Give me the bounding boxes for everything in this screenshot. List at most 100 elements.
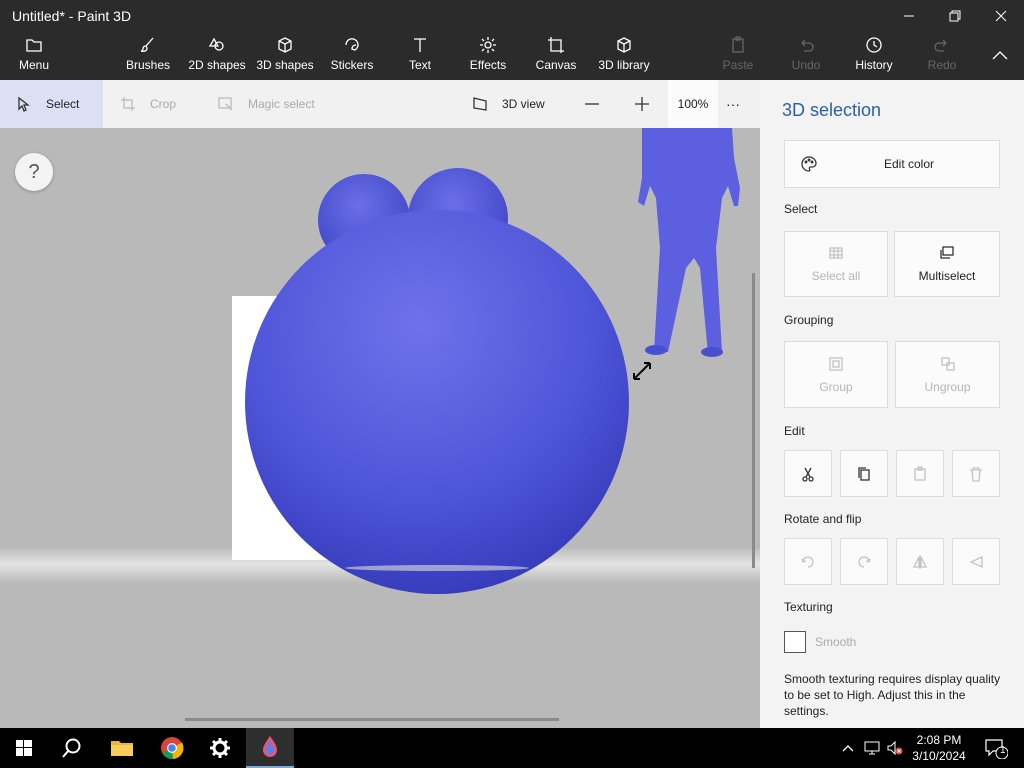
settings-button[interactable] bbox=[196, 728, 244, 768]
minimize-button[interactable] bbox=[886, 0, 932, 32]
crop-icon bbox=[121, 97, 135, 111]
zoom-level[interactable]: 100% bbox=[668, 80, 718, 128]
3d-shapes-tab[interactable]: 3D shapes bbox=[255, 36, 315, 78]
close-button[interactable] bbox=[978, 0, 1024, 32]
3d-view-label: 3D view bbox=[502, 97, 545, 111]
delete-button[interactable] bbox=[952, 450, 1000, 497]
clock-time: 2:08 PM bbox=[916, 733, 962, 747]
network-button[interactable] bbox=[861, 728, 883, 768]
help-button[interactable]: ? bbox=[15, 153, 53, 191]
search-button[interactable] bbox=[48, 728, 96, 768]
zoom-in-button[interactable] bbox=[634, 80, 656, 128]
crop-tool[interactable]: Crop bbox=[120, 80, 176, 128]
network-icon bbox=[864, 741, 880, 755]
more-options-button[interactable]: ··· bbox=[726, 80, 746, 128]
paste-label: Paste bbox=[722, 58, 754, 72]
ungroup-button[interactable]: Ungroup bbox=[895, 341, 1000, 408]
rotate-right-button[interactable] bbox=[840, 538, 888, 585]
rotate-left-button[interactable] bbox=[784, 538, 832, 585]
texturing-section-label: Texturing bbox=[784, 600, 833, 614]
tools-toolbar: Select Crop Magic select 3D view 100% ··… bbox=[0, 80, 760, 128]
human-model[interactable] bbox=[638, 128, 740, 357]
show-hidden-icons-button[interactable] bbox=[838, 728, 858, 768]
horizontal-scrollbar[interactable] bbox=[185, 718, 559, 721]
notifications-button[interactable]: 1 bbox=[978, 728, 1014, 768]
edit-color-button[interactable]: Edit color bbox=[784, 140, 1000, 188]
flip-horizontal-icon bbox=[912, 554, 928, 569]
vertical-scrollbar[interactable] bbox=[752, 273, 755, 568]
3d-scene[interactable] bbox=[0, 128, 760, 728]
menu-label: Menu bbox=[18, 58, 50, 72]
ungroup-icon bbox=[940, 356, 955, 371]
menu-button[interactable]: Menu bbox=[14, 36, 54, 78]
gear-icon bbox=[210, 738, 230, 758]
select-tool[interactable]: Select bbox=[0, 80, 103, 128]
start-button[interactable] bbox=[0, 728, 48, 768]
canvas-tab[interactable]: Canvas bbox=[534, 36, 578, 78]
select-all-button[interactable]: Select all bbox=[784, 231, 888, 297]
cut-button[interactable] bbox=[784, 450, 832, 497]
copy-button[interactable] bbox=[840, 450, 888, 497]
2d-shapes-tab[interactable]: 2D shapes bbox=[186, 36, 248, 78]
close-icon bbox=[995, 10, 1007, 22]
stickers-tab[interactable]: Stickers bbox=[328, 36, 376, 78]
system-clock[interactable]: 2:08 PM 3/10/2024 bbox=[908, 732, 970, 764]
edit-color-label: Edit color bbox=[884, 157, 935, 171]
panel-title: 3D selection bbox=[782, 100, 882, 120]
minimize-icon bbox=[904, 15, 914, 17]
rotate-right-icon bbox=[858, 555, 871, 568]
texturing-note: Smooth texturing requires display qualit… bbox=[784, 672, 1001, 718]
flip-horizontal-button[interactable] bbox=[896, 538, 944, 585]
text-tab[interactable]: Text bbox=[400, 36, 440, 78]
3d-library-label: 3D library bbox=[598, 58, 650, 72]
volume-button[interactable] bbox=[884, 728, 906, 768]
restore-button[interactable] bbox=[932, 0, 978, 32]
search-icon bbox=[62, 738, 81, 758]
undo-button[interactable]: Undo bbox=[786, 36, 826, 78]
canvas-area[interactable]: ? bbox=[0, 128, 760, 728]
select-tool-label: Select bbox=[46, 97, 80, 111]
select-all-label: Select all bbox=[811, 269, 861, 283]
multiselect-button[interactable]: Multiselect bbox=[894, 231, 1000, 297]
smooth-checkbox[interactable] bbox=[784, 631, 806, 653]
file-explorer-button[interactable] bbox=[98, 728, 146, 768]
text-label: Text bbox=[408, 58, 431, 72]
2d-shapes-label: 2D shapes bbox=[188, 58, 246, 72]
magic-select-tool[interactable]: Magic select bbox=[218, 80, 315, 128]
clock-date: 3/10/2024 bbox=[912, 749, 966, 763]
multiselect-icon bbox=[940, 246, 954, 259]
sticker-icon bbox=[345, 38, 359, 51]
history-icon bbox=[866, 37, 882, 53]
zoom-out-button[interactable] bbox=[584, 80, 606, 128]
cube-icon bbox=[278, 37, 292, 53]
restore-icon bbox=[949, 10, 961, 22]
flip-vertical-button[interactable] bbox=[952, 538, 1000, 585]
effects-tab[interactable]: Effects bbox=[466, 36, 510, 78]
redo-button[interactable]: Redo bbox=[922, 36, 962, 78]
ungroup-label: Ungroup bbox=[924, 379, 971, 394]
copy-icon bbox=[858, 466, 870, 481]
3d-library-tab[interactable]: 3D library bbox=[596, 36, 652, 78]
plus-icon bbox=[635, 97, 649, 111]
paint-3d-taskbar-button[interactable] bbox=[246, 728, 294, 768]
paste-button[interactable]: Paste bbox=[718, 36, 758, 78]
chrome-button[interactable] bbox=[148, 728, 196, 768]
scissors-icon bbox=[802, 467, 814, 482]
palette-icon bbox=[801, 156, 817, 172]
canvas-label: Canvas bbox=[535, 58, 577, 72]
sphere-model[interactable] bbox=[245, 168, 629, 594]
3d-shapes-label: 3D shapes bbox=[256, 58, 314, 72]
edit-section-label: Edit bbox=[784, 424, 805, 438]
brushes-tab[interactable]: Brushes bbox=[124, 36, 172, 78]
3d-view-icon bbox=[473, 97, 487, 111]
3d-view-toggle[interactable]: 3D view bbox=[472, 80, 545, 128]
group-button[interactable]: Group bbox=[784, 341, 888, 408]
paste-panel-button[interactable] bbox=[896, 450, 944, 497]
undo-icon bbox=[801, 39, 814, 52]
title-and-ribbon: Untitled* - Paint 3D Menu Brushes 2D sha… bbox=[0, 0, 1024, 80]
select-section-label: Select bbox=[784, 202, 818, 216]
trash-icon bbox=[970, 466, 982, 482]
history-button[interactable]: History bbox=[850, 36, 898, 78]
2d-shapes-icon bbox=[208, 37, 224, 51]
taskbar: 2:08 PM 3/10/2024 1 bbox=[0, 728, 1024, 768]
